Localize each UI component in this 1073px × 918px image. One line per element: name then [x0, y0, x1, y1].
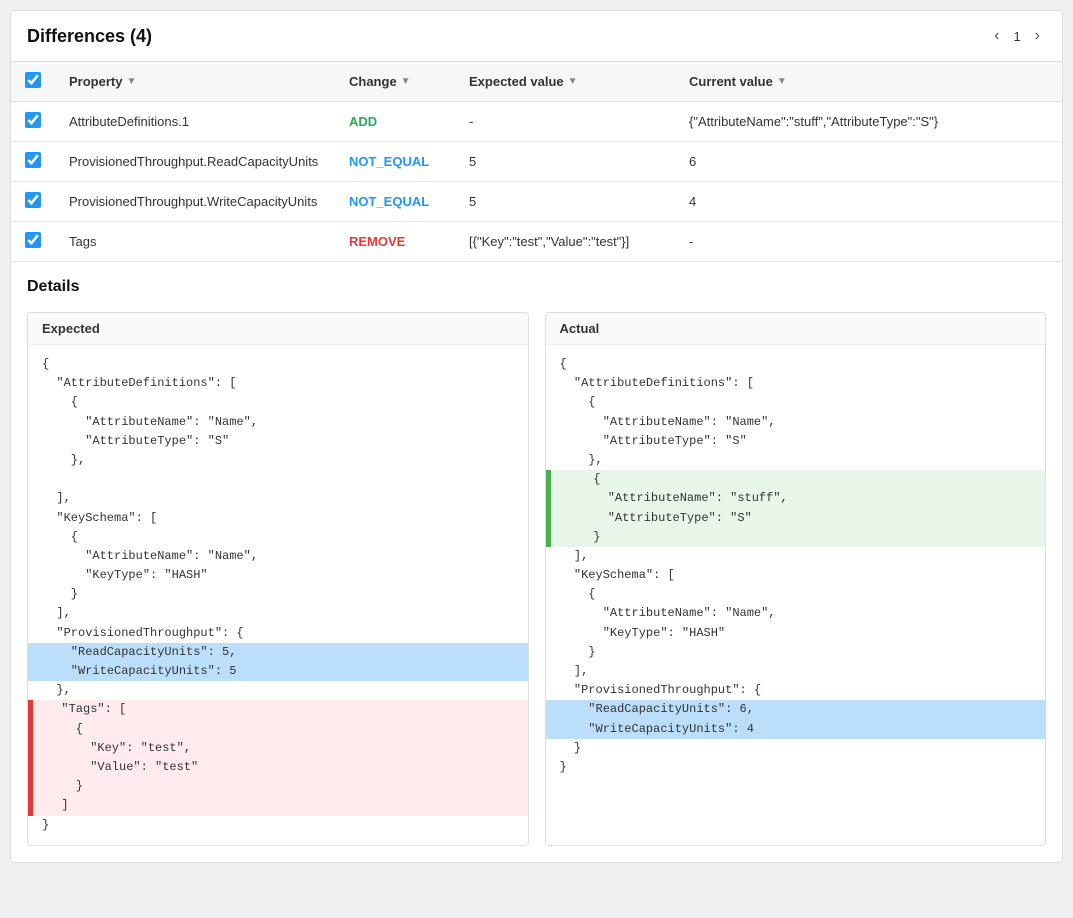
- header-checkbox-col: [11, 62, 55, 102]
- row-current-value: {"AttributeName":"stuff","AttributeType"…: [675, 102, 1062, 142]
- table-row: ProvisionedThroughput.ReadCapacityUnits …: [11, 142, 1062, 182]
- details-title: Details: [27, 278, 1046, 296]
- row-checkbox-cell: [11, 102, 55, 142]
- row-expected-value: 5: [455, 182, 675, 222]
- table-row: AttributeDefinitions.1 ADD - {"Attribute…: [11, 102, 1062, 142]
- pagination-controls: ‹ 1 ›: [988, 25, 1046, 47]
- expected-sort-icon[interactable]: ▼: [568, 76, 578, 87]
- property-sort-icon[interactable]: ▼: [126, 76, 136, 87]
- page-number: 1: [1013, 29, 1020, 44]
- row-expected-value: 5: [455, 142, 675, 182]
- header-change: Change ▼: [335, 62, 455, 102]
- row-checkbox[interactable]: [25, 152, 41, 168]
- differences-table-wrap: Property ▼ Change ▼ Expected value: [11, 62, 1062, 262]
- row-change: NOT_EQUAL: [335, 182, 455, 222]
- row-current-value: 4: [675, 182, 1062, 222]
- header-property: Property ▼: [55, 62, 335, 102]
- row-checkbox[interactable]: [25, 232, 41, 248]
- row-expected-value: [{"Key":"test","Value":"test"}]: [455, 222, 675, 262]
- table-body: AttributeDefinitions.1 ADD - {"Attribute…: [11, 102, 1062, 262]
- row-property: Tags: [55, 222, 335, 262]
- page-title: Differences (4): [27, 26, 152, 47]
- table-row: ProvisionedThroughput.WriteCapacityUnits…: [11, 182, 1062, 222]
- next-page-button[interactable]: ›: [1029, 25, 1046, 47]
- prev-page-button[interactable]: ‹: [988, 25, 1005, 47]
- current-sort-icon[interactable]: ▼: [777, 76, 787, 87]
- differences-header: Differences (4) ‹ 1 ›: [11, 11, 1062, 62]
- code-panels: Expected { "AttributeDefinitions": [ { "…: [27, 312, 1046, 846]
- header-expected-value: Expected value ▼: [455, 62, 675, 102]
- row-checkbox-cell: [11, 182, 55, 222]
- row-checkbox-cell: [11, 222, 55, 262]
- row-property: ProvisionedThroughput.WriteCapacityUnits: [55, 182, 335, 222]
- row-property: ProvisionedThroughput.ReadCapacityUnits: [55, 142, 335, 182]
- select-all-checkbox[interactable]: [25, 72, 41, 88]
- header-current-value: Current value ▼: [675, 62, 1062, 102]
- row-checkbox[interactable]: [25, 112, 41, 128]
- row-current-value: -: [675, 222, 1062, 262]
- change-badge: ADD: [349, 114, 377, 129]
- expected-panel-label: Expected: [28, 313, 528, 345]
- change-badge: NOT_EQUAL: [349, 154, 429, 169]
- table-header-row: Property ▼ Change ▼ Expected value: [11, 62, 1062, 102]
- row-checkbox[interactable]: [25, 192, 41, 208]
- row-change: ADD: [335, 102, 455, 142]
- row-change: REMOVE: [335, 222, 455, 262]
- change-badge: NOT_EQUAL: [349, 194, 429, 209]
- differences-table: Property ▼ Change ▼ Expected value: [11, 62, 1062, 261]
- details-section: Details Expected { "AttributeDefinitions…: [11, 262, 1062, 862]
- expected-code-body: { "AttributeDefinitions": [ { "Attribute…: [28, 345, 528, 845]
- main-container: Differences (4) ‹ 1 › Property ▼: [10, 10, 1063, 863]
- expected-panel: Expected { "AttributeDefinitions": [ { "…: [27, 312, 529, 846]
- row-current-value: 6: [675, 142, 1062, 182]
- row-expected-value: -: [455, 102, 675, 142]
- actual-panel-label: Actual: [546, 313, 1046, 345]
- row-checkbox-cell: [11, 142, 55, 182]
- actual-code-body: { "AttributeDefinitions": [ { "Attribute…: [546, 345, 1046, 787]
- change-badge: REMOVE: [349, 234, 405, 249]
- row-property: AttributeDefinitions.1: [55, 102, 335, 142]
- actual-panel: Actual { "AttributeDefinitions": [ { "At…: [545, 312, 1047, 846]
- table-row: Tags REMOVE [{"Key":"test","Value":"test…: [11, 222, 1062, 262]
- change-sort-icon[interactable]: ▼: [401, 76, 411, 87]
- row-change: NOT_EQUAL: [335, 142, 455, 182]
